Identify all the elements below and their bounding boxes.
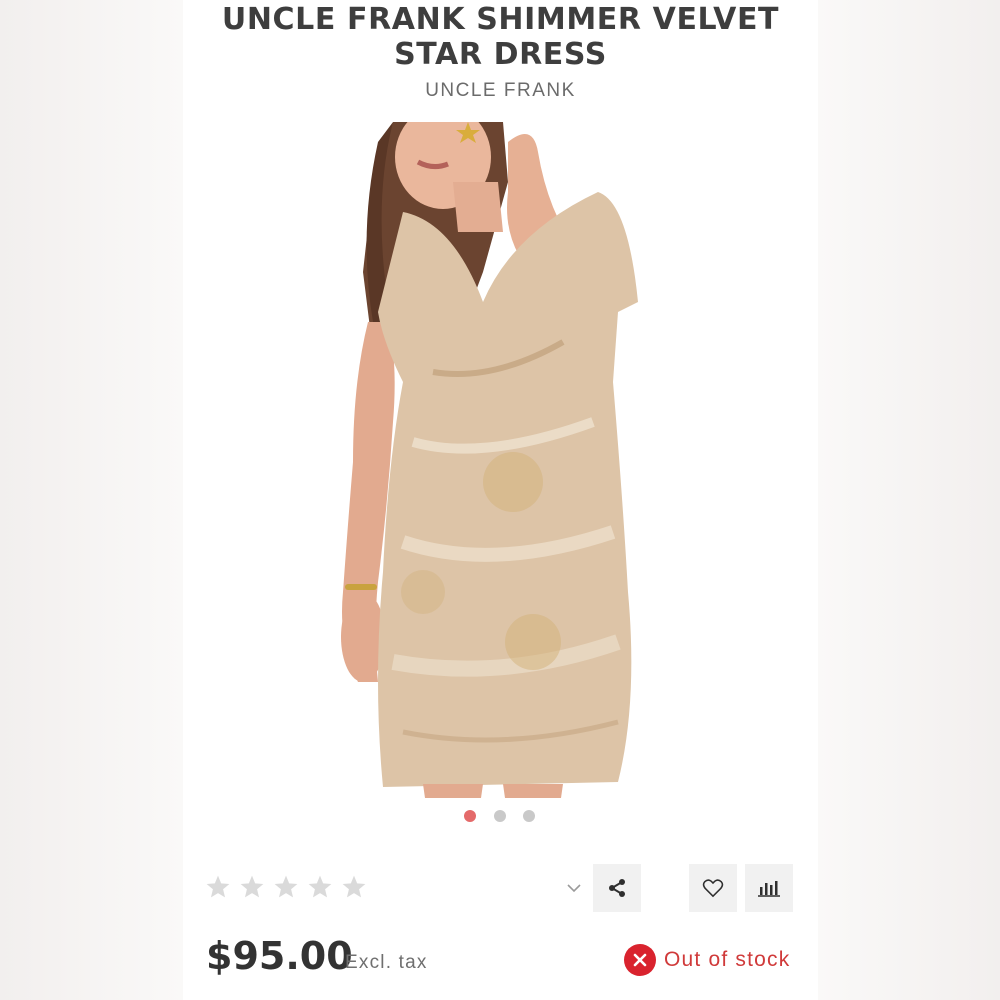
product-title-line-2: STAR DRESS — [394, 37, 607, 72]
product-image[interactable] — [333, 122, 688, 798]
product-title: UNCLE FRANK SHIMMER VELVET STAR DRESS — [183, 2, 818, 72]
gallery-dot-1[interactable] — [464, 810, 476, 822]
close-icon — [624, 944, 656, 976]
tax-note: Excl. tax — [345, 952, 428, 973]
compare-button[interactable] — [745, 864, 793, 912]
stock-status: Out of stock — [624, 943, 790, 977]
gallery-pagination — [464, 810, 554, 824]
background-left — [0, 0, 183, 1000]
star-icon[interactable] — [341, 874, 367, 900]
share-button[interactable] — [593, 864, 641, 912]
chevron-down-icon[interactable] — [566, 880, 582, 896]
product-title-line-1: UNCLE FRANK SHIMMER VELVET — [221, 2, 780, 37]
product-brand[interactable]: UNCLE FRANK — [183, 80, 818, 102]
star-icon[interactable] — [273, 874, 299, 900]
heart-icon — [702, 879, 724, 898]
gallery-dot-2[interactable] — [494, 810, 506, 822]
star-icon[interactable] — [239, 874, 265, 900]
product-card: UNCLE FRANK SHIMMER VELVET STAR DRESS UN… — [183, 0, 818, 1000]
share-icon — [609, 879, 625, 897]
stock-label: Out of stock — [664, 948, 791, 971]
bar-chart-icon — [758, 881, 780, 897]
star-icon[interactable] — [205, 874, 231, 900]
background-right — [818, 0, 1000, 1000]
star-icon[interactable] — [307, 874, 333, 900]
product-price: $95.00 — [206, 934, 353, 978]
wishlist-button[interactable] — [689, 864, 737, 912]
gallery-dot-3[interactable] — [523, 810, 535, 822]
